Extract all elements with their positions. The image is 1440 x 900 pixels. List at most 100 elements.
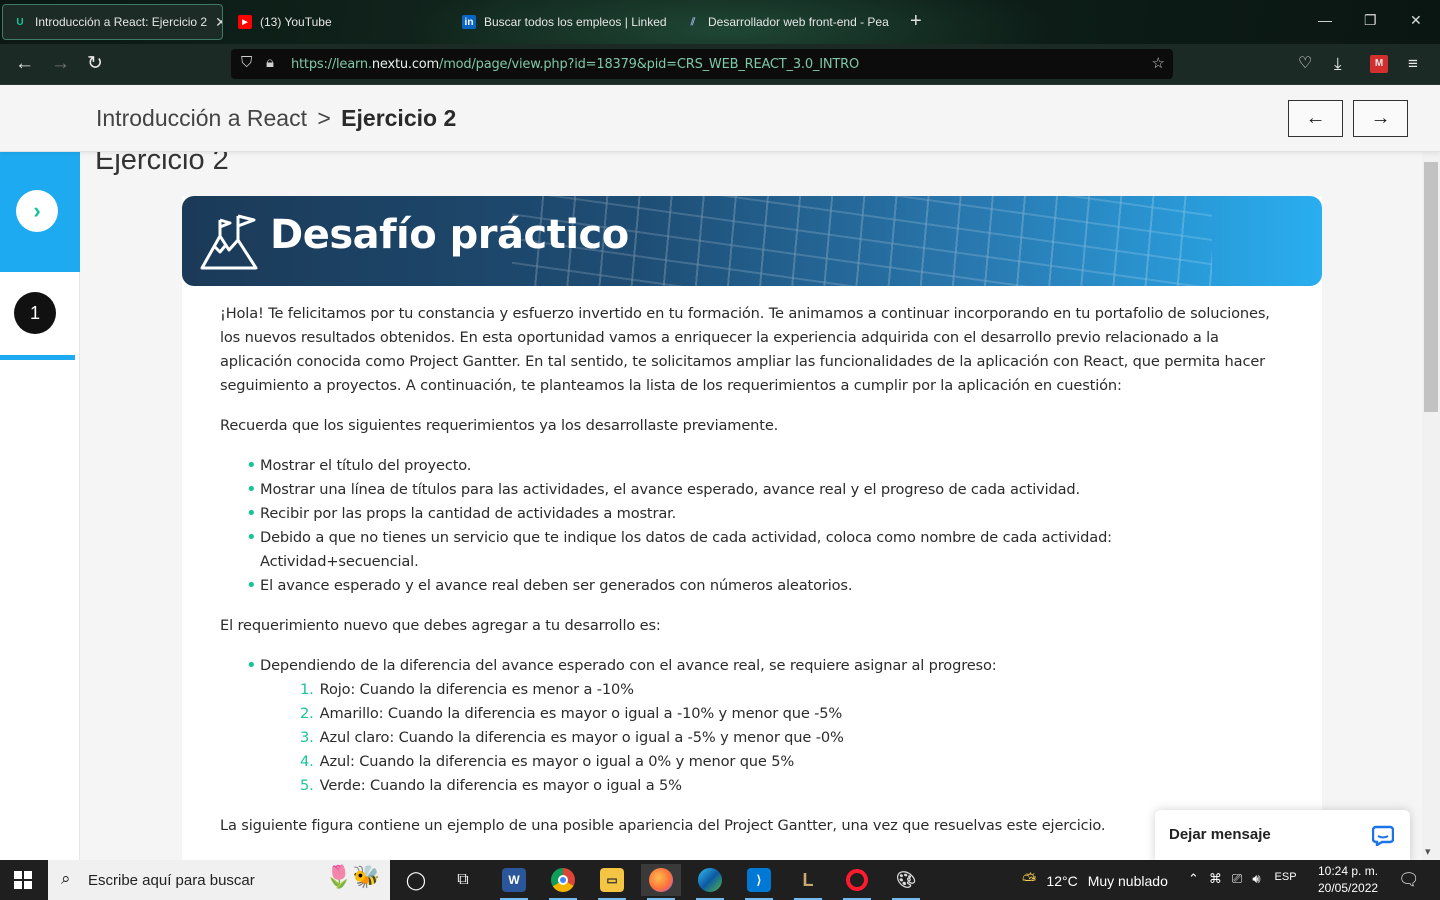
lock-icon[interactable]: 🔒︎ xyxy=(266,54,274,71)
tab-youtube[interactable]: ▶ (13) YouTube xyxy=(228,4,448,40)
chrome-icon[interactable] xyxy=(543,864,583,900)
list-item: 5. Verde: Cuando la diferencia es mayor o… xyxy=(300,777,682,794)
weather-temperature: 12°C xyxy=(1046,872,1078,889)
file-explorer-icon[interactable]: ▭ xyxy=(592,864,632,900)
list-item: Dependiendo de la diferencia del avance … xyxy=(246,654,1290,798)
figure-intro: La siguiente figura contiene un ejemplo … xyxy=(220,817,1106,834)
challenge-banner: Desafío práctico xyxy=(182,196,1322,286)
breadcrumb-current: Ejercicio 2 xyxy=(341,105,457,131)
volume-icon[interactable]: 🔊︎ xyxy=(1252,871,1260,887)
breadcrumb: Introducción a React > Ejercicio 2 xyxy=(96,105,456,132)
youtube-icon: ▶ xyxy=(238,15,252,29)
mountain-flag-icon xyxy=(200,214,258,270)
tab-title: Buscar todos los empleos | Linked xyxy=(484,15,667,29)
taskbar-search-box[interactable]: ⌕ Escribe aquí para buscar 🌷🐝 xyxy=(48,860,390,900)
previous-button[interactable]: ← xyxy=(1288,100,1343,137)
vscode-icon[interactable]: ⟩ xyxy=(739,864,779,900)
list-item: Mostrar una línea de títulos para las ac… xyxy=(246,478,1290,502)
list-item: Recibir por las props la cantidad de act… xyxy=(246,502,1290,526)
windows-taskbar: ⌕ Escribe aquí para buscar 🌷🐝 ◯ ⧉ W ▭ ⟩ … xyxy=(0,860,1440,900)
language-indicator[interactable]: ESP xyxy=(1275,871,1297,887)
cloudy-weather-icon: ⛅︎ xyxy=(1022,870,1037,890)
search-placeholder: Escribe aquí para buscar xyxy=(88,871,255,889)
banner-title: Desafío práctico xyxy=(270,212,629,258)
scroll-thumb[interactable] xyxy=(1424,162,1438,412)
edge-icon[interactable] xyxy=(690,864,730,900)
sidebar-toggle-panel: › xyxy=(0,152,80,272)
lesson-progress-bar xyxy=(0,355,75,360)
menu-icon[interactable]: ≡ xyxy=(1408,52,1418,76)
tab-title: (13) YouTube xyxy=(260,15,332,29)
firefox-icon[interactable] xyxy=(641,864,681,900)
tab-pearson[interactable]: ⫽ Desarrollador web front-end - Pea xyxy=(676,4,894,40)
page-scrollbar[interactable]: ▾ xyxy=(1422,152,1440,860)
nextu-favicon-icon: U xyxy=(16,16,24,28)
shield-icon[interactable]: ⛉ xyxy=(241,54,252,71)
pearson-icon: ⫽ xyxy=(690,16,696,28)
notification-center-icon[interactable]: 🗨︎ xyxy=(1398,870,1420,890)
clock-time: 10:24 p. m. xyxy=(1318,864,1379,878)
content-card: Desafío práctico ¡Hola! Te felicitamos p… xyxy=(182,196,1322,860)
url-bar[interactable]: ⛉ 🔒︎ https://learn.nextu.com/mod/page/vi… xyxy=(231,49,1173,79)
tab-react-exercise[interactable]: U Introducción a React: Ejercicio 2 ✕ xyxy=(2,4,223,40)
scroll-down-icon[interactable]: ▾ xyxy=(1425,845,1431,858)
expand-sidebar-button[interactable]: › xyxy=(16,190,58,232)
next-button[interactable]: → xyxy=(1353,100,1408,137)
close-window-icon[interactable]: ✕ xyxy=(1410,12,1422,29)
chevron-right-icon: › xyxy=(33,198,41,223)
list-item: El avance esperado y el avance real debe… xyxy=(246,574,1290,598)
close-tab-icon[interactable]: ✕ xyxy=(215,14,222,31)
lesson-sidebar: › 1 xyxy=(0,152,80,860)
chevron-up-icon[interactable]: ⌃ xyxy=(1188,871,1199,887)
clock-date: 20/05/2022 xyxy=(1318,881,1379,895)
task-view-icon[interactable]: ⧉ xyxy=(443,864,483,896)
reload-icon[interactable]: ↻ xyxy=(87,52,103,76)
tab-title: Desarrollador web front-end - Pea xyxy=(708,15,889,29)
windows-start-icon[interactable] xyxy=(14,871,32,889)
main-content: Ejercicio 2 Desafío práctico ¡Hola! Te f… xyxy=(80,152,1422,860)
breadcrumb-separator: > xyxy=(317,105,331,131)
linkedin-icon: in xyxy=(462,15,476,29)
back-icon[interactable]: ← xyxy=(15,52,34,76)
exercise-text: ¡Hola! Te felicitamos por tu constancia … xyxy=(220,302,1290,854)
chat-label: Dejar mensaje xyxy=(1169,826,1271,843)
list-item: 3. Azul claro: Cuando la diferencia es ma… xyxy=(300,729,844,746)
new-requirements-list: Dependiendo de la diferencia del avance … xyxy=(220,654,1290,798)
intro-paragraph: ¡Hola! Te felicitamos por tu constancia … xyxy=(220,305,1270,394)
restore-icon[interactable]: ❐ xyxy=(1364,12,1377,29)
progress-rules-list: 1. Rojo: Cuando la diferencia es menor a … xyxy=(260,678,1290,798)
weather-widget[interactable]: ⛅︎ 12°C Muy nublado xyxy=(1022,870,1168,891)
pocket-icon[interactable]: ♡ xyxy=(1298,52,1312,76)
list-item: 4. Azul: Cuando la diferencia es mayor o … xyxy=(300,753,795,770)
cortana-icon[interactable]: ◯ xyxy=(396,864,436,896)
system-tray: ⌃ ⌘ ⎚ 🔊︎ ESP xyxy=(1188,871,1297,887)
list-item: 2. Amarillo: Cuando la diferencia es mayo… xyxy=(300,705,843,722)
list-item: Debido a que no tienes un servicio que t… xyxy=(246,526,1290,574)
forward-icon[interactable]: → xyxy=(51,52,70,76)
extension-icon[interactable]: M xyxy=(1370,55,1388,73)
new-requirement-text: Dependiendo de la diferencia del avance … xyxy=(260,657,997,674)
leave-message-widget[interactable]: Dejar mensaje xyxy=(1155,810,1410,862)
search-icon: ⌕ xyxy=(61,869,71,888)
meet-now-icon[interactable]: ⌘ xyxy=(1209,871,1222,887)
opera-icon[interactable] xyxy=(837,864,877,900)
browser-nav-bar: ← → ↻ ⛉ 🔒︎ https://learn.nextu.com/mod/p… xyxy=(0,44,1440,85)
word-icon[interactable]: W xyxy=(494,864,534,900)
league-of-legends-icon[interactable]: L xyxy=(788,864,828,900)
list-item: 1. Rojo: Cuando la diferencia es menor a … xyxy=(300,681,634,698)
tab-linkedin[interactable]: in Buscar todos los empleos | Linked xyxy=(452,4,667,40)
lesson-number-badge[interactable]: 1 xyxy=(14,292,56,334)
minimize-icon[interactable]: — xyxy=(1318,12,1332,28)
tab-title: Introducción a React: Ejercicio 2 xyxy=(35,15,208,29)
breadcrumb-course[interactable]: Introducción a React xyxy=(96,105,307,131)
bookmark-star-icon[interactable]: ☆ xyxy=(1152,54,1165,72)
chat-bubble-icon xyxy=(1372,825,1394,846)
page-header: Introducción a React > Ejercicio 2 ← → xyxy=(0,85,1440,152)
new-tab-icon[interactable]: + xyxy=(910,10,922,33)
new-requirement-intro: El requerimiento nuevo que debes agregar… xyxy=(220,617,661,634)
network-icon[interactable]: ⎚ xyxy=(1232,871,1242,887)
taskbar-clock[interactable]: 10:24 p. m. 20/05/2022 xyxy=(1318,863,1378,897)
paint-icon[interactable]: 🎨︎ xyxy=(886,864,926,900)
download-icon[interactable]: ⤓ xyxy=(1334,52,1342,76)
url-text: https://learn.nextu.com/mod/page/view.ph… xyxy=(291,56,859,72)
